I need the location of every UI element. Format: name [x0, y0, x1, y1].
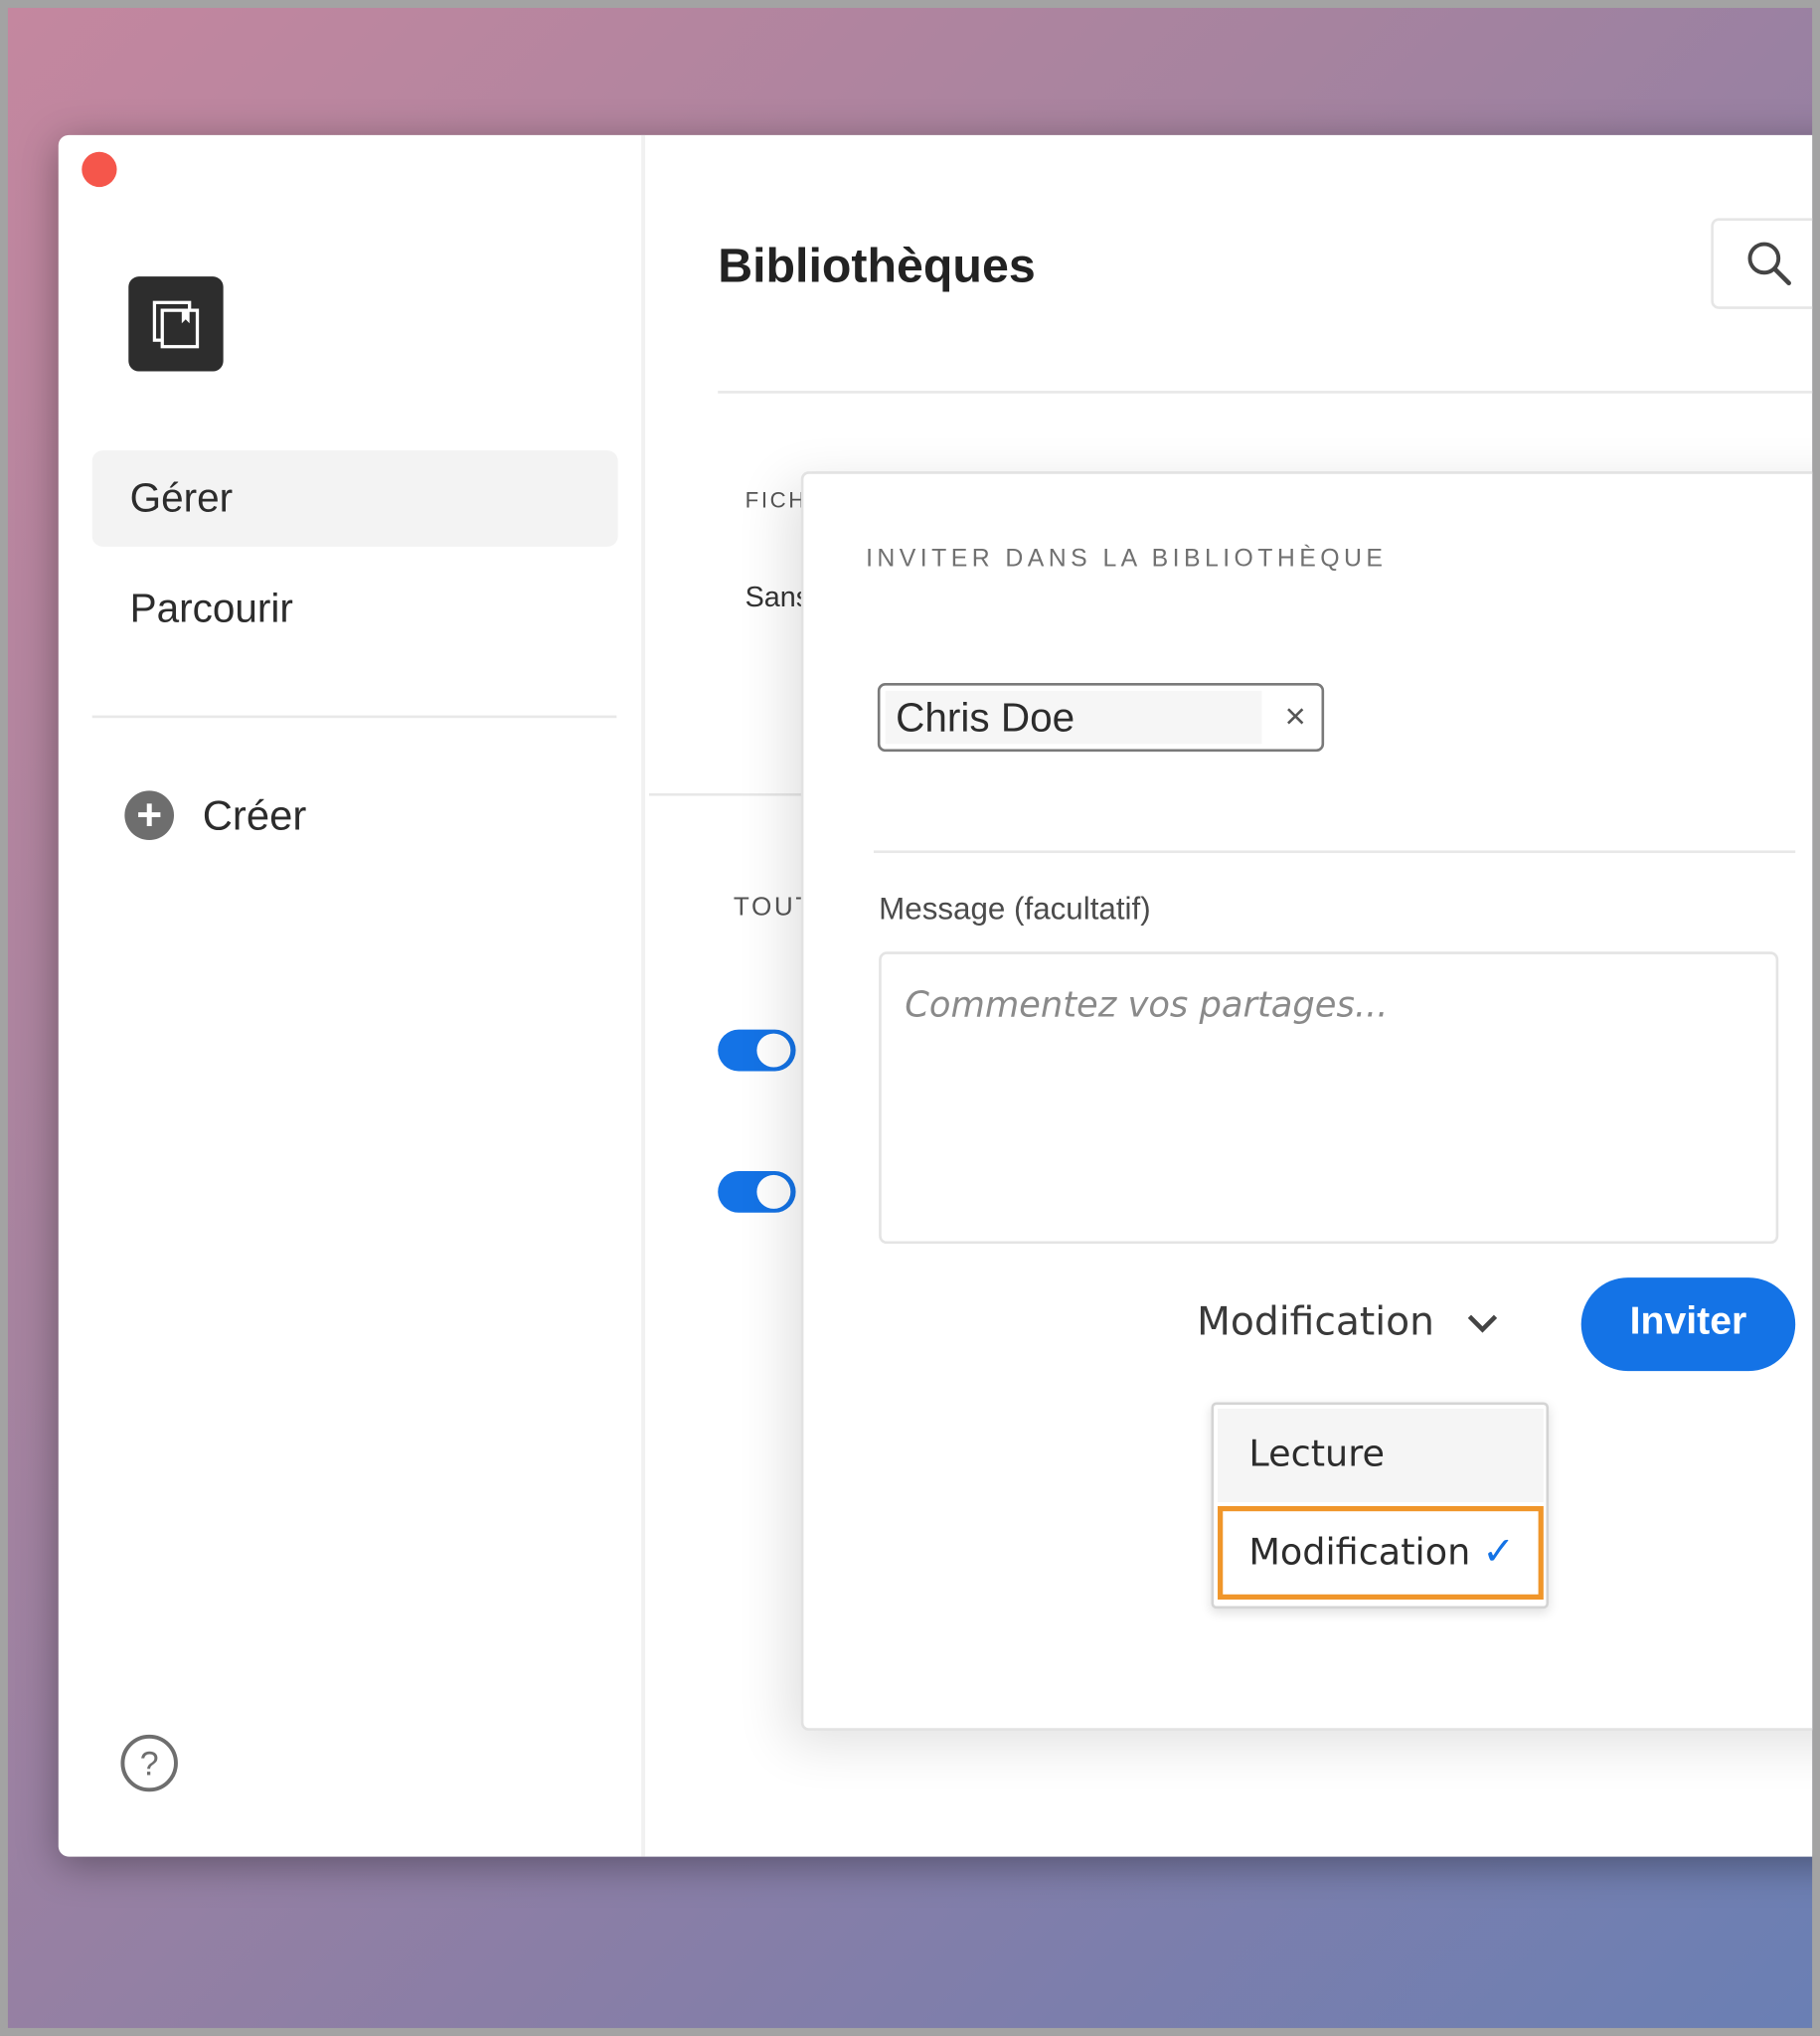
section-label: FICH [745, 488, 807, 513]
divider [873, 850, 1796, 854]
permission-menu: Lecture Modification ✓ [1211, 1402, 1550, 1610]
toggle-switch[interactable] [718, 1029, 796, 1072]
create-button[interactable]: + Créer [124, 790, 306, 840]
recipient-tag: Chris Doe [885, 690, 1262, 745]
sidebar: Gérer Parcourir + Créer ? [59, 134, 646, 1857]
sidebar-item-parcourir[interactable]: Parcourir [92, 561, 618, 657]
chevron-down-icon [1467, 1314, 1497, 1332]
menu-item-lecture[interactable]: Lecture [1218, 1409, 1544, 1503]
recipient-input[interactable]: Chris Doe × [877, 682, 1325, 753]
app-logo-icon [128, 276, 224, 372]
message-label: Message (facultatif) [879, 892, 1151, 928]
dialog-title: INVITER DANS LA BIBLIOTHÈQUE [866, 545, 1388, 573]
close-window-button[interactable] [82, 151, 117, 188]
remove-recipient-icon[interactable]: × [1284, 696, 1305, 738]
desktop: Gérer Parcourir + Créer ? Bibliothèques … [0, 0, 1820, 2036]
menu-item-modification[interactable]: Modification ✓ [1218, 1505, 1544, 1600]
permission-value: Modification [1197, 1299, 1434, 1346]
divider [91, 715, 617, 719]
menu-item-label: Modification [1248, 1530, 1471, 1574]
checkmark-icon: ✓ [1482, 1529, 1516, 1576]
invite-dialog: INVITER DANS LA BIBLIOTHÈQUE Chris Doe ×… [800, 471, 1813, 1731]
sidebar-item-gerer[interactable]: Gérer [91, 450, 618, 547]
message-textarea[interactable]: Commentez vos partages... [879, 951, 1779, 1245]
plus-circle-icon: + [124, 790, 175, 840]
create-label: Créer [202, 791, 307, 839]
app-window: Gérer Parcourir + Créer ? Bibliothèques … [58, 134, 1813, 1857]
search-icon [1747, 242, 1791, 285]
divider [718, 391, 1813, 394]
help-icon[interactable]: ? [120, 1734, 178, 1792]
permission-dropdown[interactable]: Modification [1197, 1299, 1499, 1345]
toggle-switch[interactable] [718, 1171, 796, 1213]
menu-item-label: Lecture [1248, 1432, 1385, 1475]
search-button[interactable] [1711, 218, 1813, 309]
divider [649, 792, 818, 796]
invite-button[interactable]: Inviter [1580, 1277, 1796, 1372]
page-title: Bibliothèques [718, 239, 1036, 292]
